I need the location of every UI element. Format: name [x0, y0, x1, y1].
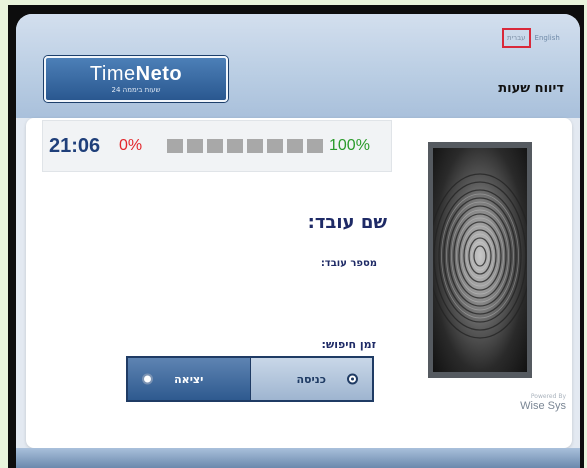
logo-tagline: 24 שעות ביממה [111, 86, 161, 94]
entry-option[interactable]: כניסה [249, 358, 372, 400]
logo-word-time: Time [89, 63, 136, 85]
logo-wordmark: TimeNeto [46, 62, 226, 86]
clock: 21:06 [49, 134, 101, 157]
progress-block [247, 139, 263, 153]
timeneto-logo: TimeNeto 24 שעות ביממה [44, 56, 228, 102]
company-name: Wise Sys [520, 400, 566, 412]
radio-selected-icon[interactable] [347, 373, 358, 385]
progress-block [307, 139, 323, 153]
footer-strip [16, 448, 580, 468]
radio-unselected-icon[interactable] [142, 373, 153, 385]
page-title: דיווח שעות [498, 81, 564, 96]
fingerprint-scanner [428, 142, 532, 378]
employee-number-label: מספר עובד: [320, 258, 377, 269]
header: TimeNeto 24 שעות ביממה עברית English דיו… [16, 14, 580, 118]
progress-block [227, 139, 243, 153]
lang-option-hebrew[interactable]: עברית [502, 28, 531, 48]
exit-option[interactable]: יציאה [128, 358, 250, 400]
progress-block [207, 139, 223, 153]
progress-block [287, 139, 303, 153]
progress-blocks [167, 139, 327, 153]
progress-end-percent: 100% [329, 137, 370, 154]
powered-by-label: Powered By [530, 393, 566, 400]
exit-label: יציאה [174, 372, 204, 386]
punch-type-toggle: יציאה כניסה [126, 356, 374, 402]
fingerprint-icon [433, 148, 527, 372]
progress-block [167, 139, 183, 153]
logo-word-neto: Neto [135, 63, 183, 85]
entry-label: כניסה [296, 372, 327, 386]
progress-block [187, 139, 203, 153]
language-switcher: עברית English [502, 28, 560, 48]
progress-start-percent: 0% [119, 137, 143, 154]
search-time-label: זמן חיפוש: [321, 338, 376, 351]
powered-by: Powered By Wise Sys [506, 393, 566, 412]
employee-name-label: שם עובד: [307, 212, 387, 233]
progress-block [267, 139, 283, 153]
lang-option-english[interactable]: English [535, 34, 560, 42]
status-bar: 21:06 0% 100% [42, 120, 392, 172]
